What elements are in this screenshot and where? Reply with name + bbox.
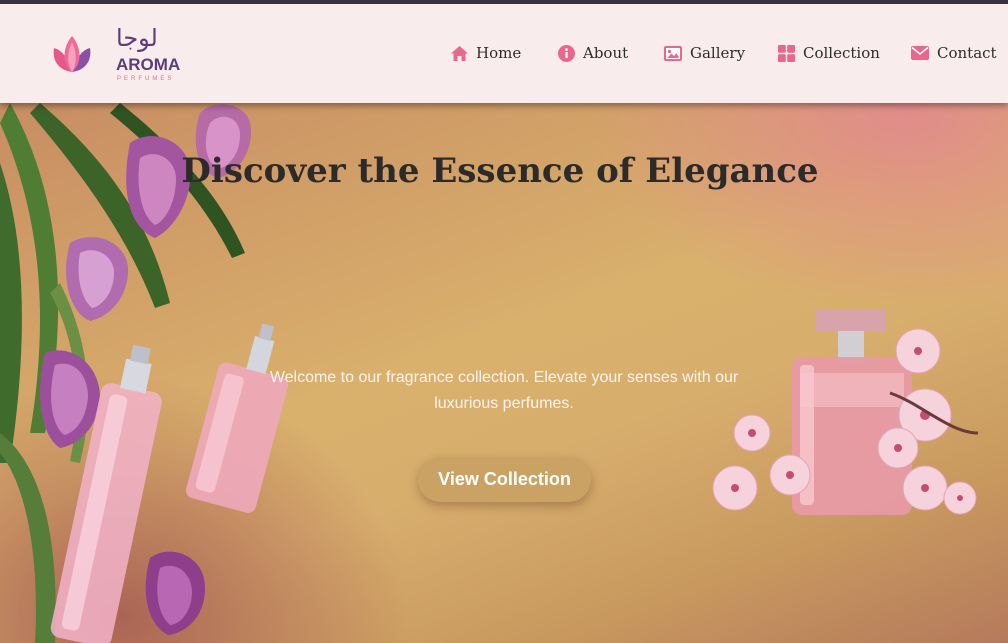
nav-contact-label: Contact <box>937 44 997 62</box>
hero-section: Discover the Essence of Elegance Welcome… <box>0 103 1008 643</box>
main-nav: Home About Gallery Collection Contact <box>0 44 1008 68</box>
nav-collection[interactable]: Collection <box>778 44 880 62</box>
info-icon <box>558 44 575 62</box>
view-collection-button[interactable]: View Collection <box>418 457 591 502</box>
hero-title: Discover the Essence of Elegance <box>181 151 819 191</box>
perfume-bottle-right-decoration <box>792 309 912 515</box>
nav-gallery[interactable]: Gallery <box>664 44 745 62</box>
nav-collection-label: Collection <box>803 44 880 62</box>
envelope-icon <box>911 46 929 60</box>
nav-home-label: Home <box>476 44 522 62</box>
nav-gallery-label: Gallery <box>690 44 746 62</box>
image-icon <box>664 45 682 61</box>
nav-contact[interactable]: Contact <box>911 44 997 62</box>
nav-about-label: About <box>583 44 629 62</box>
hero-intro-text: Welcome to our fragrance collection. Ele… <box>269 369 739 412</box>
nav-home[interactable]: Home <box>451 44 521 62</box>
site-header: لوجا AROMA PERFUMES Home About Gallery C… <box>0 4 1008 103</box>
nav-about[interactable]: About <box>558 44 628 62</box>
brand-tagline: PERFUMES <box>117 76 175 82</box>
grid-icon <box>778 44 795 62</box>
home-icon <box>451 45 468 61</box>
